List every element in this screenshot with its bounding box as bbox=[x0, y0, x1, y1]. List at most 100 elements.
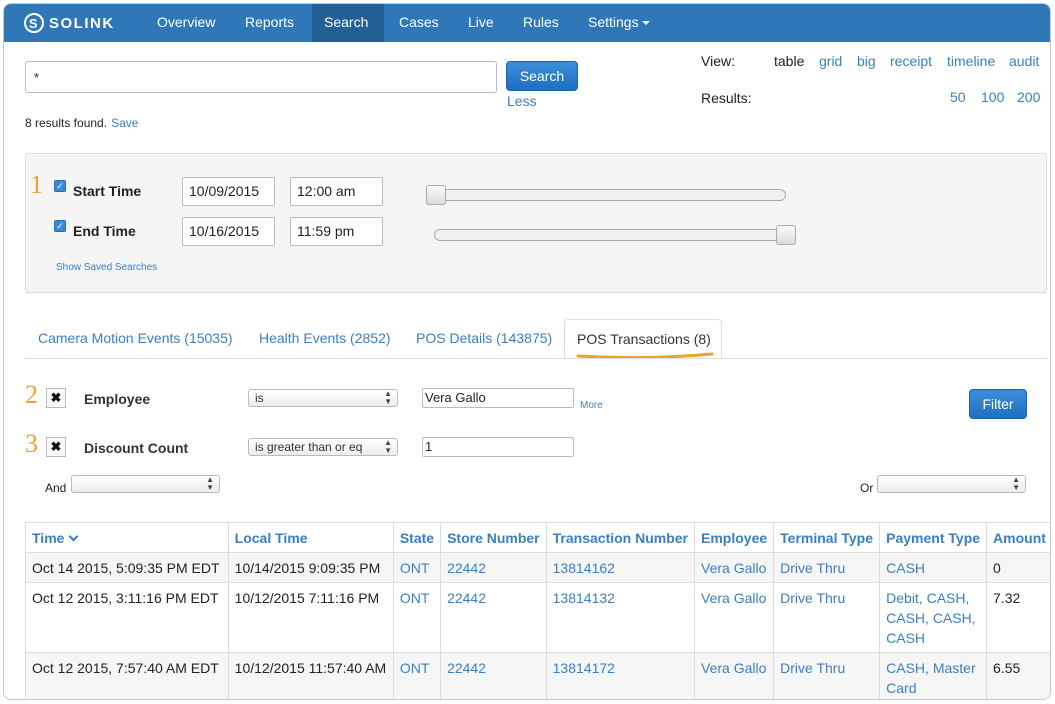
table-row[interactable]: Oct 12 2015, 7:57:40 AM EDT 10/12/2015 1… bbox=[25, 652, 1050, 699]
or-label: Or bbox=[860, 481, 874, 495]
top-nav: S SOLINK Overview Reports Search Cases L… bbox=[4, 4, 1050, 42]
cell-amount: 0 bbox=[986, 552, 1050, 583]
solink-logo-icon: S bbox=[24, 13, 44, 33]
cell-transaction-number-link[interactable]: 13814172 bbox=[545, 652, 696, 699]
cell-store-number-link[interactable]: 22442 bbox=[440, 552, 547, 583]
cell-employee-link[interactable]: Vera Gallo bbox=[694, 652, 775, 699]
employee-operator-value: is bbox=[255, 391, 264, 405]
end-time-field[interactable]: 11:59 pm bbox=[290, 217, 383, 246]
results-option-100[interactable]: 100 bbox=[981, 89, 1004, 105]
column-header-store-number[interactable]: Store Number bbox=[440, 522, 547, 553]
cell-local-time: 10/12/2015 7:11:16 PM bbox=[227, 582, 394, 653]
view-option-big[interactable]: big bbox=[857, 53, 876, 69]
end-date-field[interactable]: 10/16/2015 bbox=[182, 217, 275, 246]
step-marker-2: 2 bbox=[25, 380, 38, 409]
cell-store-number-link[interactable]: 22442 bbox=[440, 582, 547, 653]
cell-state-link[interactable]: ONT bbox=[392, 652, 442, 699]
select-arrows-icon: ▲ ▼ bbox=[206, 475, 214, 492]
nav-live[interactable]: Live bbox=[456, 4, 506, 42]
cell-amount: 7.32 bbox=[986, 582, 1050, 653]
app-window: S SOLINK Overview Reports Search Cases L… bbox=[3, 3, 1051, 700]
end-time-label: End Time bbox=[73, 223, 136, 239]
view-option-audit[interactable]: audit bbox=[1009, 53, 1039, 69]
cell-payment-type-link[interactable]: CASH, Master Card bbox=[879, 652, 988, 699]
results-option-200[interactable]: 200 bbox=[1017, 89, 1040, 105]
filter-field-employee: Employee bbox=[84, 391, 151, 407]
discount-operator-value: is greater than or eq bbox=[255, 440, 363, 454]
start-date-field[interactable]: 10/09/2015 bbox=[182, 177, 275, 206]
results-table-wrapper: Time Local Time State Store Number Trans… bbox=[25, 522, 1050, 699]
cell-transaction-number-link[interactable]: 13814132 bbox=[545, 582, 696, 653]
start-time-field[interactable]: 12:00 am bbox=[290, 177, 383, 206]
column-header-local-time[interactable]: Local Time bbox=[227, 522, 394, 553]
nav-cases[interactable]: Cases bbox=[387, 4, 451, 42]
column-header-state[interactable]: State bbox=[392, 522, 442, 553]
tab-camera-motion-events[interactable]: Camera Motion Events (15035) bbox=[38, 330, 233, 346]
cell-payment-type-link[interactable]: CASH bbox=[879, 552, 988, 583]
nav-settings[interactable]: Settings bbox=[576, 4, 662, 42]
or-filter-select[interactable]: ▲ ▼ bbox=[877, 475, 1026, 493]
discount-value-field[interactable]: 1 bbox=[422, 437, 574, 457]
cell-terminal-type-link[interactable]: Drive Thru bbox=[773, 552, 881, 583]
end-time-checkbox[interactable]: ✓ bbox=[54, 220, 66, 232]
and-filter-select[interactable]: ▲ ▼ bbox=[71, 475, 220, 493]
less-link[interactable]: Less bbox=[507, 93, 537, 109]
select-arrows-icon: ▲ ▼ bbox=[1012, 475, 1020, 492]
start-time-slider[interactable] bbox=[426, 189, 786, 201]
results-option-50[interactable]: 50 bbox=[950, 89, 966, 105]
view-option-receipt[interactable]: receipt bbox=[890, 53, 932, 69]
cell-store-number-link[interactable]: 22442 bbox=[440, 652, 547, 699]
tabs-divider bbox=[25, 358, 1047, 359]
show-saved-searches-link[interactable]: Show Saved Searches bbox=[56, 262, 157, 273]
cell-terminal-type-link[interactable]: Drive Thru bbox=[773, 582, 881, 653]
end-slider-handle[interactable] bbox=[776, 225, 796, 245]
save-search-link[interactable]: Save bbox=[111, 116, 138, 130]
nav-rules[interactable]: Rules bbox=[511, 4, 571, 42]
column-header-terminal-type[interactable]: Terminal Type bbox=[773, 522, 881, 553]
chevron-down-icon bbox=[641, 21, 650, 26]
view-label: View: bbox=[701, 53, 735, 69]
employee-operator-select[interactable]: is ▲ ▼ bbox=[248, 389, 398, 407]
filter-button[interactable]: Filter bbox=[969, 389, 1027, 419]
column-header-time[interactable]: Time bbox=[25, 522, 229, 553]
discount-operator-select[interactable]: is greater than or eq ▲ ▼ bbox=[248, 438, 398, 456]
cell-amount: 6.55 bbox=[986, 652, 1050, 699]
column-header-employee[interactable]: Employee bbox=[694, 522, 775, 553]
column-header-amount[interactable]: Amount bbox=[986, 522, 1050, 553]
remove-filter-employee-button[interactable]: ✖ bbox=[46, 388, 66, 408]
sort-down-icon bbox=[68, 531, 79, 541]
tab-pos-transactions-label: POS Transactions (8) bbox=[577, 331, 711, 347]
view-option-grid[interactable]: grid bbox=[819, 53, 842, 69]
remove-filter-discount-count-button[interactable]: ✖ bbox=[46, 437, 66, 457]
view-option-table[interactable]: table bbox=[774, 53, 804, 69]
results-per-page-label: Results: bbox=[701, 90, 752, 106]
tab-health-events[interactable]: Health Events (2852) bbox=[259, 330, 391, 346]
more-filters-link[interactable]: More bbox=[580, 400, 603, 411]
cell-payment-type-link[interactable]: Debit, CASH, CASH, CASH, CASH bbox=[879, 582, 988, 653]
search-input[interactable] bbox=[25, 61, 497, 93]
cell-employee-link[interactable]: Vera Gallo bbox=[694, 582, 775, 653]
select-arrows-icon: ▲ ▼ bbox=[384, 438, 392, 455]
view-option-timeline[interactable]: timeline bbox=[947, 53, 995, 69]
solink-logo[interactable]: S SOLINK bbox=[24, 12, 115, 34]
nav-overview[interactable]: Overview bbox=[145, 4, 227, 42]
cell-state-link[interactable]: ONT bbox=[392, 552, 442, 583]
table-row[interactable]: Oct 12 2015, 3:11:16 PM EDT 10/12/2015 7… bbox=[25, 582, 1050, 653]
cell-terminal-type-link[interactable]: Drive Thru bbox=[773, 652, 881, 699]
start-slider-handle[interactable] bbox=[426, 185, 446, 205]
column-header-payment-type[interactable]: Payment Type bbox=[879, 522, 988, 553]
logo-text: SOLINK bbox=[49, 14, 115, 32]
end-time-slider[interactable] bbox=[434, 229, 794, 241]
tab-pos-details[interactable]: POS Details (143875) bbox=[416, 330, 552, 346]
cell-employee-link[interactable]: Vera Gallo bbox=[694, 552, 775, 583]
search-button[interactable]: Search bbox=[506, 61, 578, 91]
nav-search[interactable]: Search bbox=[312, 4, 384, 42]
table-row[interactable]: Oct 14 2015, 5:09:35 PM EDT 10/14/2015 9… bbox=[25, 552, 1050, 583]
cell-transaction-number-link[interactable]: 13814162 bbox=[545, 552, 696, 583]
start-time-checkbox[interactable]: ✓ bbox=[54, 180, 66, 192]
employee-value-field[interactable]: Vera Gallo bbox=[422, 388, 574, 408]
column-header-transaction-number[interactable]: Transaction Number bbox=[545, 522, 696, 553]
nav-reports[interactable]: Reports bbox=[233, 4, 306, 42]
step-marker-3: 3 bbox=[25, 429, 38, 458]
cell-state-link[interactable]: ONT bbox=[392, 582, 442, 653]
